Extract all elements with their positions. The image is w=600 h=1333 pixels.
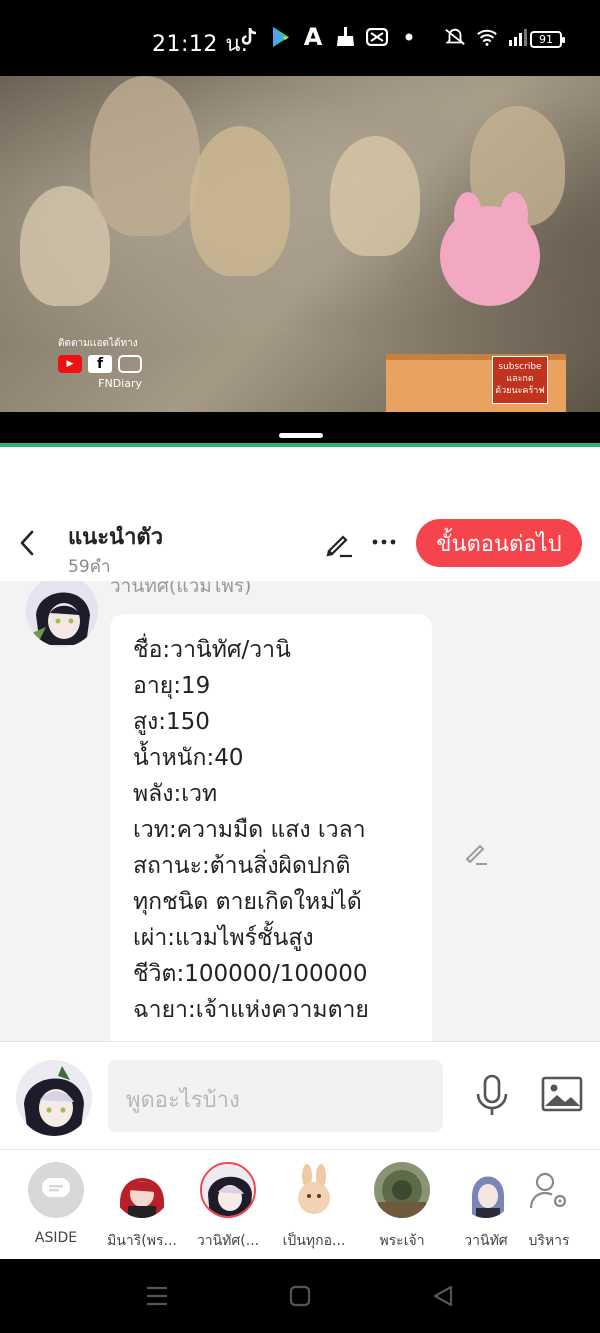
word-count: 59คำ xyxy=(68,557,111,577)
square-icon xyxy=(289,1285,311,1307)
character-label: เป็นทุกอ... xyxy=(282,1233,346,1249)
message-bubble[interactable]: ชื่อ:วานิทัศ/วานิ อายุ:19 สูง:150 น้ำหนั… xyxy=(110,614,432,1041)
pencil-icon xyxy=(465,844,487,865)
more-options-button[interactable] xyxy=(370,525,398,559)
message-line: ชีวิต:100000/100000 xyxy=(133,961,368,987)
message-line: น้ำหนัก:40 xyxy=(133,745,244,771)
character-label: บริหาร xyxy=(528,1233,570,1249)
broom-icon xyxy=(334,26,356,48)
youtube-icon: ▶ xyxy=(58,355,82,373)
message-line: สถานะ:ต้านสิ่งผิดปกติ xyxy=(133,853,351,879)
character-item[interactable]: พระเจ้า xyxy=(359,1162,445,1252)
status-time: 21:12 น. xyxy=(152,32,249,57)
subscribe-text: subscribe xyxy=(498,362,542,372)
character-item-selected[interactable]: วานิทัศ(... xyxy=(185,1162,271,1252)
page-title: แนะนำตัว xyxy=(68,525,164,550)
character-avatar xyxy=(286,1162,342,1218)
tiktok-icon xyxy=(238,26,260,48)
message-line: เวท:ความมืด แสง เวลา xyxy=(133,817,366,843)
play-store-icon xyxy=(270,26,292,48)
message-line: ฉายา:เจ้าแห่งความตาย xyxy=(133,997,369,1023)
app-window: แนะนำตัว 59คำ ขั้นตอนต่อไป วานิทัศ(แวมไพ… xyxy=(0,447,600,1259)
channel-name: FNDiary xyxy=(98,377,142,390)
capcut-icon xyxy=(366,26,388,48)
character-label: ASIDE xyxy=(34,1230,78,1246)
person-figure xyxy=(90,76,200,236)
message-line: สูง:150 xyxy=(133,709,210,735)
edit-button[interactable] xyxy=(322,527,356,561)
pencil-icon xyxy=(326,535,352,558)
user-settings-icon xyxy=(521,1162,577,1218)
voice-button[interactable] xyxy=(470,1072,514,1120)
manage-characters[interactable]: บริหาร xyxy=(506,1162,592,1252)
battery-indicator: 91 xyxy=(530,31,565,48)
author-avatar[interactable] xyxy=(26,581,98,647)
character-label: วานิทัศ(... xyxy=(196,1233,260,1249)
subscribe-sign: subscribe และกด ด้วยนะคร้าฟ xyxy=(492,356,548,404)
next-step-button[interactable]: ขั้นตอนต่อไป xyxy=(416,519,582,567)
dot-icon xyxy=(398,26,420,48)
header: แนะนำตัว 59คำ ขั้นตอนต่อไป xyxy=(0,507,600,581)
chevron-left-icon xyxy=(20,530,34,556)
image-icon xyxy=(541,1076,583,1112)
wifi-icon xyxy=(476,26,498,48)
mascot-character xyxy=(440,192,540,336)
follow-text: ติดตามเเอดได้ทาง xyxy=(58,338,138,349)
character-item[interactable]: มินาริ(พร... xyxy=(99,1162,185,1252)
status-icons: A xyxy=(238,23,530,51)
message-line: เผ่า:แวมไพร์ชั้นสูง xyxy=(133,925,314,951)
message-input[interactable]: พูดอะไรบ้าง xyxy=(108,1060,443,1132)
more-dots-icon xyxy=(372,539,396,545)
subscribe-text: ด้วยนะคร้าฟ xyxy=(495,386,545,396)
character-avatar xyxy=(114,1162,170,1218)
character-selector: ASIDE มินาริ(พร... วานิทัศ(... เป็นทุกอ.… xyxy=(0,1149,600,1259)
instagram-icon xyxy=(118,355,142,373)
message-line: พลัง:เวท xyxy=(133,781,218,807)
author-name: วานิทัศ(แวมไพร) xyxy=(110,581,252,597)
subscribe-text: และกด xyxy=(506,374,534,384)
social-links: ติดตามเเอดได้ทาง ▶ f FNDiary xyxy=(58,336,142,390)
person-figure xyxy=(190,126,290,276)
status-bar: 21:12 น. A 91 xyxy=(0,0,600,76)
person-figure xyxy=(330,136,420,256)
split-handle[interactable] xyxy=(279,433,323,438)
message-line: ทุกชนิด ตายเกิดใหม่ได้ xyxy=(133,889,362,915)
image-button[interactable] xyxy=(540,1074,584,1114)
mute-icon xyxy=(444,26,466,48)
app-top-padding xyxy=(0,447,600,507)
chat-area[interactable]: วานิทัศ(แวมไพร) ชื่อ:วานิทัศ/วานิ อายุ:1… xyxy=(0,581,600,1041)
character-avatar xyxy=(200,1162,256,1218)
signal-icon xyxy=(508,26,530,48)
microphone-icon xyxy=(476,1074,508,1115)
message-line: ชื่อ:วานิทัศ/วานิ xyxy=(133,637,291,663)
character-aside[interactable]: ASIDE xyxy=(13,1162,99,1252)
recents-button[interactable] xyxy=(142,1281,172,1311)
menu-lines-icon xyxy=(147,1286,167,1306)
nav-back-button[interactable] xyxy=(428,1281,458,1311)
character-avatar xyxy=(374,1162,430,1218)
back-button[interactable] xyxy=(12,525,42,561)
message-line: อายุ:19 xyxy=(133,673,211,699)
character-label: พระเจ้า xyxy=(379,1233,425,1249)
split-divider xyxy=(0,412,600,444)
message-edit-button[interactable] xyxy=(460,837,492,869)
font-a-icon: A xyxy=(303,23,323,51)
facebook-icon: f xyxy=(88,355,112,373)
aside-icon xyxy=(28,1162,84,1218)
video-player[interactable]: ติดตามเเอดได้ทาง ▶ f FNDiary subscribe แ… xyxy=(0,76,600,412)
current-character-avatar[interactable] xyxy=(16,1060,92,1136)
composer: พูดอะไรบ้าง xyxy=(0,1041,600,1149)
character-item[interactable]: เป็นทุกอ... xyxy=(271,1162,357,1252)
home-button[interactable] xyxy=(285,1281,315,1311)
character-label: มินาริ(พร... xyxy=(107,1233,177,1249)
system-navigation-bar xyxy=(0,1259,600,1333)
mascot-head xyxy=(440,206,540,306)
triangle-back-icon xyxy=(433,1285,453,1307)
